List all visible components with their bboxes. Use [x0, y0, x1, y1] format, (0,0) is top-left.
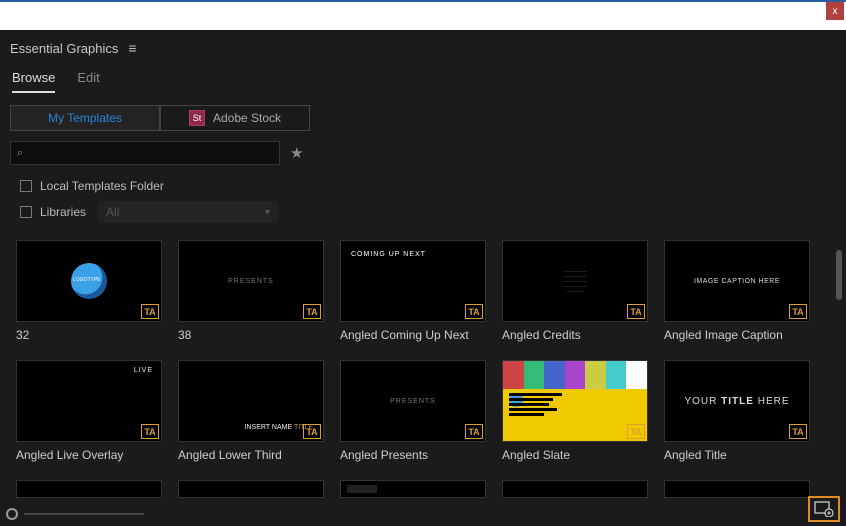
search-row: ⌕ ★: [0, 141, 846, 175]
template-thumbnail: [16, 480, 162, 498]
template-thumbnail: [502, 480, 648, 498]
template-source-buttons: My Templates St Adobe Stock: [0, 93, 846, 141]
local-folder-checkbox[interactable]: [20, 180, 32, 192]
zoom-slider[interactable]: [6, 508, 144, 520]
window-close-button[interactable]: x: [826, 2, 844, 20]
template-label: Angled Slate: [502, 448, 648, 462]
template-thumbnail: PRESENTS TA: [340, 360, 486, 442]
thumb-text: PRESENTS: [228, 278, 274, 285]
template-label: 32: [16, 328, 162, 342]
template-thumbnail: IMAGE CAPTION HERE TA: [664, 240, 810, 322]
search-input[interactable]: ⌕: [10, 141, 280, 165]
template-label: Angled Title: [664, 448, 810, 462]
window-title-bar: x: [0, 0, 846, 30]
mogrt-badge-icon: TA: [465, 304, 483, 319]
thumb-text: COMING UP NEXT: [351, 251, 426, 258]
thumb-text: IMAGE CAPTION HERE: [694, 278, 780, 285]
template-thumbnail: [664, 480, 810, 498]
template-item[interactable]: IMAGE CAPTION HERE TA Angled Image Capti…: [664, 240, 810, 342]
template-thumbnail: LIVE TA: [16, 360, 162, 442]
template-item[interactable]: TA 32: [16, 240, 162, 342]
libraries-dropdown[interactable]: All ▾: [98, 201, 278, 223]
zoom-track[interactable]: [24, 513, 144, 515]
libraries-checkbox[interactable]: [20, 206, 32, 218]
thumb-text: PRESENTS: [390, 398, 436, 405]
template-label: Angled Credits: [502, 328, 648, 342]
stock-badge-icon: St: [189, 110, 205, 126]
libraries-selected: All: [106, 205, 119, 219]
template-item[interactable]: [178, 480, 324, 498]
vertical-scrollbar[interactable]: [836, 250, 842, 300]
template-item[interactable]: TA Angled Slate: [502, 360, 648, 462]
template-item[interactable]: COMING UP NEXT TA Angled Coming Up Next: [340, 240, 486, 342]
thumb-slate: [503, 361, 647, 441]
template-thumbnail: COMING UP NEXT TA: [340, 240, 486, 322]
template-item[interactable]: ────────── ─── ───── ── ───── ─── ──────…: [502, 240, 648, 342]
template-label: Angled Lower Third: [178, 448, 324, 462]
favorites-star-icon[interactable]: ★: [290, 144, 303, 162]
template-thumbnail: INSERT NAME TITLE TA: [178, 360, 324, 442]
template-item[interactable]: [502, 480, 648, 498]
template-item[interactable]: [664, 480, 810, 498]
template-label: Angled Presents: [340, 448, 486, 462]
mogrt-badge-icon: TA: [627, 304, 645, 319]
mogrt-badge-icon: TA: [141, 304, 159, 319]
template-label: Angled Image Caption: [664, 328, 810, 342]
my-templates-button[interactable]: My Templates: [10, 105, 160, 131]
panel-title: Essential Graphics: [10, 41, 118, 56]
template-item[interactable]: YOUR TITLE HERE TA Angled Title: [664, 360, 810, 462]
search-icon: ⌕: [17, 147, 23, 160]
filter-libraries: Libraries All ▾: [0, 197, 846, 227]
libraries-label[interactable]: Libraries: [40, 205, 86, 219]
mogrt-badge-icon: TA: [789, 424, 807, 439]
new-graphic-button[interactable]: [808, 496, 840, 522]
template-thumbnail: YOUR TITLE HERE TA: [664, 360, 810, 442]
new-file-icon: [814, 501, 834, 517]
mogrt-badge-icon: TA: [303, 304, 321, 319]
thumb-text: YOUR TITLE HERE: [684, 396, 789, 407]
panel-header: Essential Graphics ≡: [0, 30, 846, 60]
template-label: Angled Live Overlay: [16, 448, 162, 462]
panel-tabs: Browse Edit: [0, 60, 846, 93]
search-field[interactable]: [27, 146, 273, 160]
panel-menu-button[interactable]: ≡: [128, 40, 136, 56]
adobe-stock-button[interactable]: St Adobe Stock: [160, 105, 310, 131]
thumb-text: LIVE: [134, 367, 153, 374]
template-thumbnail: [178, 480, 324, 498]
adobe-stock-label: Adobe Stock: [213, 111, 281, 125]
chevron-down-icon: ▾: [265, 207, 270, 218]
template-item[interactable]: INSERT NAME TITLE TA Angled Lower Third: [178, 360, 324, 462]
template-label: Angled Coming Up Next: [340, 328, 486, 342]
logotype-icon: [71, 263, 107, 299]
mogrt-badge-icon: TA: [627, 424, 645, 439]
template-item[interactable]: PRESENTS TA 38: [178, 240, 324, 342]
local-folder-label[interactable]: Local Templates Folder: [40, 179, 164, 193]
template-thumbnail: PRESENTS TA: [178, 240, 324, 322]
tab-edit[interactable]: Edit: [77, 70, 99, 93]
templates-grid: TA 32 PRESENTS TA 38 COMING UP NEXT TA A…: [16, 240, 826, 506]
zoom-knob-icon[interactable]: [6, 508, 18, 520]
mogrt-badge-icon: TA: [465, 424, 483, 439]
template-thumbnail: TA: [502, 360, 648, 442]
template-label: 38: [178, 328, 324, 342]
mogrt-badge-icon: TA: [789, 304, 807, 319]
template-item[interactable]: [16, 480, 162, 498]
template-item[interactable]: PRESENTS TA Angled Presents: [340, 360, 486, 462]
mogrt-badge-icon: TA: [303, 424, 321, 439]
template-item[interactable]: [340, 480, 486, 498]
template-thumbnail: ────────── ─── ───── ── ───── ─── ──────…: [502, 240, 648, 322]
template-item[interactable]: LIVE TA Angled Live Overlay: [16, 360, 162, 462]
filter-local-folder: Local Templates Folder: [0, 175, 846, 197]
template-thumbnail: TA: [16, 240, 162, 322]
mogrt-badge-icon: TA: [141, 424, 159, 439]
template-thumbnail: [340, 480, 486, 498]
thumb-text: ────────── ─── ───── ── ───── ─── ──────…: [563, 269, 588, 294]
tab-browse[interactable]: Browse: [12, 70, 55, 93]
